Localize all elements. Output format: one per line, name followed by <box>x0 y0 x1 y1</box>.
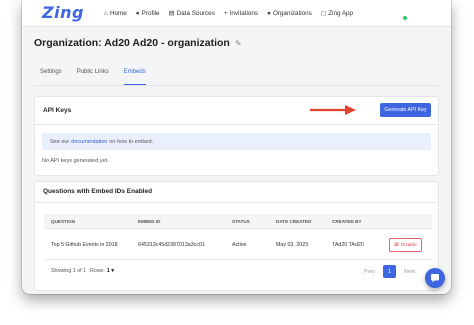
table-footer-info: Showing 1 of 1 Rows: 1 ▾ <box>51 268 114 274</box>
cell-embed-id: 645313c45d2387013a3cc01 <box>138 242 205 248</box>
cell-date-created: May 03, 2023 <box>276 242 309 248</box>
api-keys-title: API Keys <box>43 107 72 114</box>
tabs-divider <box>34 85 439 86</box>
online-status-dot <box>403 16 407 20</box>
questions-title: Questions with Embed IDs Enabled <box>43 188 153 195</box>
showing-count: Showing 1 of 1 <box>51 268 87 274</box>
cell-status: Active <box>232 242 247 248</box>
disable-label: Disable <box>400 242 417 248</box>
card-divider <box>34 124 439 125</box>
nav-item-label: Profile <box>141 9 160 17</box>
disable-button[interactable]: ⊠ Disable <box>389 238 422 252</box>
cell-created-by: TAd20 TAd20 <box>332 242 364 248</box>
rows-per-page-value: 1 <box>106 268 110 274</box>
nav-item-label: Invitations <box>229 9 258 17</box>
home-icon: ⌂ <box>104 9 108 17</box>
cell-question[interactable]: Top 5 Github Events in 2018 <box>51 242 118 248</box>
zing-logo[interactable]: Zing <box>42 3 84 22</box>
rows-label: Rows: <box>90 268 105 274</box>
table-header: QUESTION EMBED ID STATUS DATE CREATED CR… <box>44 214 432 229</box>
nav-item-label: Data Sources <box>176 9 215 17</box>
tab-embeds[interactable]: Embeds <box>123 67 146 85</box>
rows-per-page-select[interactable]: 1 ▾ <box>107 268 114 274</box>
nav-item-data-sources[interactable]: ▤ Data Sources <box>168 9 215 18</box>
embed-info-banner: See our documentation on how to embed. <box>42 133 431 150</box>
nav-item-invitations[interactable]: + Invitations <box>224 9 258 17</box>
column-header-question: QUESTION <box>51 219 75 224</box>
nav-item-label: Home <box>109 9 127 17</box>
arrow-right-icon <box>310 105 356 115</box>
nav-menu: ⌂ Home ● Profile ▤ Data Sources + Invita… <box>104 9 362 18</box>
info-suffix: on how to embed. <box>109 138 154 145</box>
zing-app-icon: ◻ <box>320 10 327 17</box>
people-icon: ● <box>267 9 271 17</box>
info-prefix: See our <box>50 138 70 145</box>
chat-support-button[interactable] <box>425 268 445 288</box>
close-icon: ⊠ <box>394 242 399 248</box>
tab-public-links[interactable]: Public Links <box>77 67 109 85</box>
page-title: Organization: Ad20 Ad20 - organization <box>34 37 230 49</box>
chat-icon <box>431 274 439 283</box>
column-header-embed-id: EMBED ID <box>138 219 161 224</box>
database-icon: ▤ <box>168 10 175 17</box>
column-header-date-created: DATE CREATED <box>276 219 312 224</box>
row-divider <box>44 259 432 260</box>
card-divider <box>34 202 439 203</box>
column-header-status: STATUS <box>232 219 250 224</box>
nav-item-label: Zing App <box>328 9 354 17</box>
column-header-created-by: CREATED BY <box>332 219 362 224</box>
page-header: Organization: Ad20 Ad20 - organization ✎ <box>34 37 242 49</box>
nav-item-zing-app[interactable]: ◻ Zing App <box>320 9 354 18</box>
add-person-icon: + <box>223 9 228 17</box>
nav-item-label: Organizations <box>272 9 312 17</box>
chevron-down-icon: ▾ <box>111 268 114 274</box>
tab-bar: Settings Public Links Embeds <box>40 67 161 85</box>
prev-page-button[interactable]: Prev <box>364 269 375 275</box>
generate-api-key-button[interactable]: Generate API Key <box>380 103 431 117</box>
next-page-button[interactable]: Next <box>404 269 415 275</box>
person-icon: ● <box>135 9 140 17</box>
nav-item-home[interactable]: ⌂ Home <box>104 9 127 17</box>
no-api-keys-text: No API keys generated yet. <box>42 158 109 164</box>
top-navbar: Zing ⌂ Home ● Profile ▤ Data Sources + I… <box>22 0 451 27</box>
current-page-button[interactable]: 1 <box>383 265 396 278</box>
tab-settings[interactable]: Settings <box>40 67 62 85</box>
edit-icon[interactable]: ✎ <box>235 39 242 48</box>
nav-item-profile[interactable]: ● Profile <box>136 9 160 17</box>
nav-item-organizations[interactable]: ● Organizations <box>267 9 312 17</box>
documentation-link[interactable]: documentation <box>71 139 107 145</box>
questions-card <box>34 181 439 291</box>
